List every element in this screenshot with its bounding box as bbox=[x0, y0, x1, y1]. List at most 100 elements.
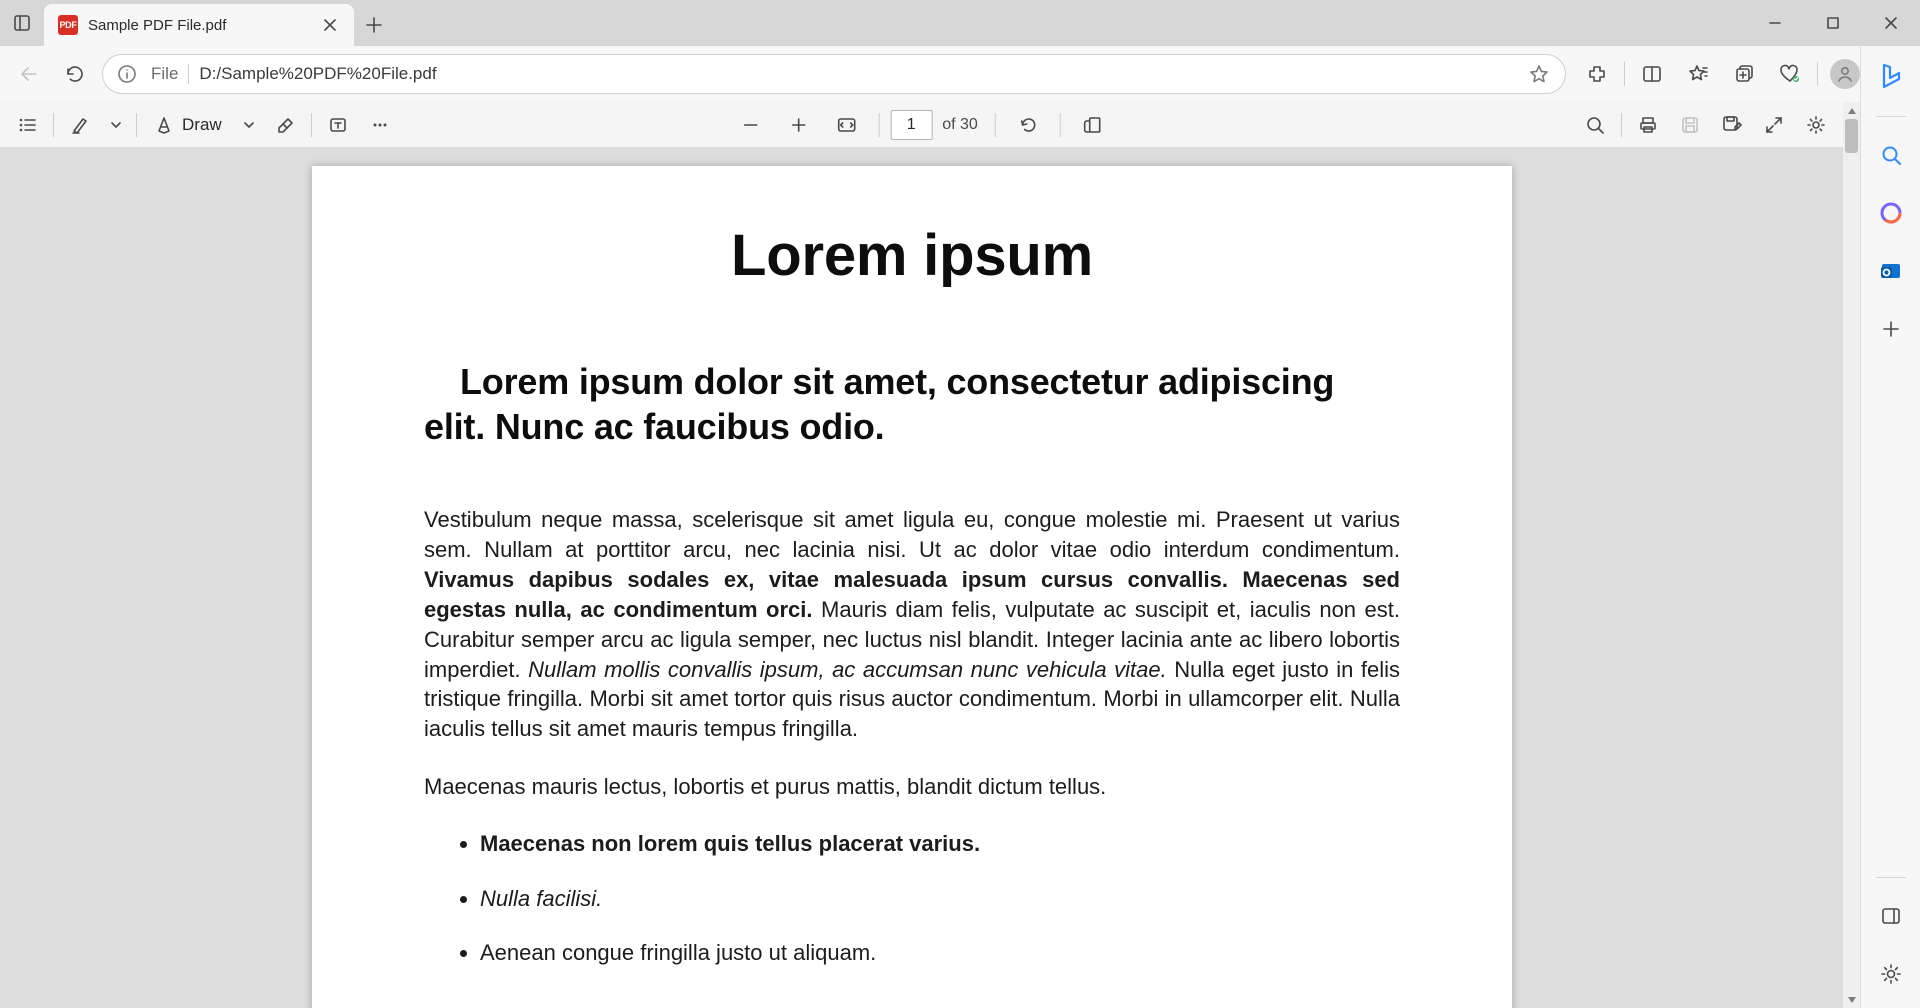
separator bbox=[1621, 113, 1622, 137]
doc-list-item: Aenean congue fringilla justo ut aliquam… bbox=[480, 939, 1400, 968]
sidebar-microsoft365-button[interactable] bbox=[1867, 189, 1915, 237]
close-icon bbox=[1884, 16, 1898, 30]
page-number-input[interactable] bbox=[890, 110, 932, 140]
doc-heading-2: Lorem ipsum dolor sit amet, consectetur … bbox=[424, 359, 1400, 449]
puzzle-icon bbox=[1587, 64, 1607, 84]
split-screen-button[interactable] bbox=[1629, 51, 1675, 97]
scrollbar-track[interactable] bbox=[1843, 119, 1860, 991]
separator bbox=[136, 113, 137, 137]
navbar: File D:/Sample%20PDF%20File.pdf bbox=[0, 46, 1920, 102]
pdf-toolbar: Draw of 30 bbox=[0, 102, 1843, 148]
search-icon bbox=[1880, 144, 1902, 166]
doc-list-item: Maecenas non lorem quis tellus placerat … bbox=[480, 830, 1400, 859]
draw-button[interactable]: Draw bbox=[142, 104, 234, 146]
doc-list-item: Nulla facilisi. bbox=[480, 885, 1400, 914]
reload-button[interactable] bbox=[52, 51, 98, 97]
scroll-up-button[interactable] bbox=[1843, 102, 1860, 119]
maximize-button[interactable] bbox=[1804, 0, 1862, 46]
chevron-down-icon bbox=[110, 119, 122, 131]
separator bbox=[53, 113, 54, 137]
sidebar-add-button[interactable] bbox=[1867, 305, 1915, 353]
page-view-button[interactable] bbox=[1072, 104, 1114, 146]
sidebar-hide-button[interactable] bbox=[1867, 892, 1915, 940]
url-text[interactable]: D:/Sample%20PDF%20File.pdf bbox=[199, 64, 1513, 84]
avatar-icon bbox=[1830, 59, 1860, 89]
doc-list: Maecenas non lorem quis tellus placerat … bbox=[424, 830, 1400, 968]
favorites-button[interactable] bbox=[1675, 51, 1721, 97]
browser-tab[interactable]: PDF Sample PDF File.pdf bbox=[44, 4, 354, 46]
save-icon bbox=[1680, 115, 1700, 135]
favorite-button[interactable] bbox=[1523, 58, 1555, 90]
sidebar-outlook-button[interactable] bbox=[1867, 247, 1915, 295]
draw-label: Draw bbox=[182, 115, 222, 135]
find-button[interactable] bbox=[1574, 104, 1616, 146]
pdf-viewport[interactable]: Lorem ipsum Lorem ipsum dolor sit amet, … bbox=[0, 148, 1843, 1008]
reload-icon bbox=[65, 64, 85, 84]
new-tab-button[interactable] bbox=[354, 5, 394, 45]
fit-width-icon bbox=[835, 116, 857, 134]
plus-icon bbox=[366, 17, 382, 33]
rotate-icon bbox=[1018, 115, 1038, 135]
zoom-out-button[interactable] bbox=[729, 104, 771, 146]
fit-width-button[interactable] bbox=[825, 104, 867, 146]
ellipsis-icon bbox=[370, 115, 390, 135]
separator bbox=[1876, 877, 1906, 878]
triangle-up-icon bbox=[1847, 106, 1857, 116]
rotate-button[interactable] bbox=[1007, 104, 1049, 146]
minimize-button[interactable] bbox=[1746, 0, 1804, 46]
add-text-button[interactable] bbox=[317, 104, 359, 146]
zoom-in-button[interactable] bbox=[777, 104, 819, 146]
tab-close-button[interactable] bbox=[316, 11, 344, 39]
doc-paragraph: Vestibulum neque massa, scelerisque sit … bbox=[424, 505, 1400, 744]
separator bbox=[1876, 116, 1906, 117]
separator bbox=[1817, 62, 1818, 86]
separator bbox=[1060, 113, 1061, 137]
scrollbar-thumb[interactable] bbox=[1845, 119, 1858, 153]
expand-icon bbox=[1764, 115, 1784, 135]
gear-icon bbox=[1880, 963, 1902, 985]
print-button[interactable] bbox=[1627, 104, 1669, 146]
close-window-button[interactable] bbox=[1862, 0, 1920, 46]
highlight-options-button[interactable] bbox=[101, 104, 131, 146]
url-scheme-label: File bbox=[151, 64, 178, 84]
close-icon bbox=[324, 19, 336, 31]
scroll-down-button[interactable] bbox=[1843, 991, 1860, 1008]
separator bbox=[878, 113, 879, 137]
separator bbox=[188, 64, 189, 84]
erase-button[interactable] bbox=[264, 104, 306, 146]
tab-actions-button[interactable] bbox=[0, 0, 44, 46]
doc-text: Vestibulum neque massa, scelerisque sit … bbox=[424, 507, 1400, 562]
panel-right-icon bbox=[1881, 906, 1901, 926]
microsoft365-icon bbox=[1879, 201, 1903, 225]
gear-icon bbox=[1806, 115, 1826, 135]
site-info-button[interactable] bbox=[113, 60, 141, 88]
draw-options-button[interactable] bbox=[234, 104, 264, 146]
split-screen-icon bbox=[1642, 64, 1662, 84]
save-button[interactable] bbox=[1669, 104, 1711, 146]
pdf-settings-button[interactable] bbox=[1795, 104, 1837, 146]
maximize-icon bbox=[1827, 17, 1839, 29]
contents-icon bbox=[17, 115, 37, 135]
fullscreen-button[interactable] bbox=[1753, 104, 1795, 146]
sidebar-settings-button[interactable] bbox=[1867, 950, 1915, 998]
back-button[interactable] bbox=[6, 51, 52, 97]
doc-paragraph: Maecenas mauris lectus, lobortis et puru… bbox=[424, 772, 1400, 802]
titlebar: PDF Sample PDF File.pdf bbox=[0, 0, 1920, 46]
triangle-down-icon bbox=[1847, 995, 1857, 1005]
more-annotation-button[interactable] bbox=[359, 104, 401, 146]
outlook-icon bbox=[1879, 259, 1903, 283]
copilot-button[interactable] bbox=[1867, 52, 1915, 100]
highlighter-icon bbox=[70, 115, 90, 135]
collections-button[interactable] bbox=[1721, 51, 1767, 97]
address-bar[interactable]: File D:/Sample%20PDF%20File.pdf bbox=[102, 54, 1566, 94]
contents-button[interactable] bbox=[6, 104, 48, 146]
pdf-page: Lorem ipsum Lorem ipsum dolor sit amet, … bbox=[312, 166, 1512, 1008]
save-as-button[interactable] bbox=[1711, 104, 1753, 146]
extensions-button[interactable] bbox=[1574, 51, 1620, 97]
textbox-icon bbox=[328, 115, 348, 135]
browser-essentials-button[interactable] bbox=[1767, 51, 1813, 97]
sidebar-search-button[interactable] bbox=[1867, 131, 1915, 179]
highlight-button[interactable] bbox=[59, 104, 101, 146]
page-count-label: of 30 bbox=[942, 116, 978, 134]
vertical-scrollbar[interactable] bbox=[1843, 102, 1860, 1008]
